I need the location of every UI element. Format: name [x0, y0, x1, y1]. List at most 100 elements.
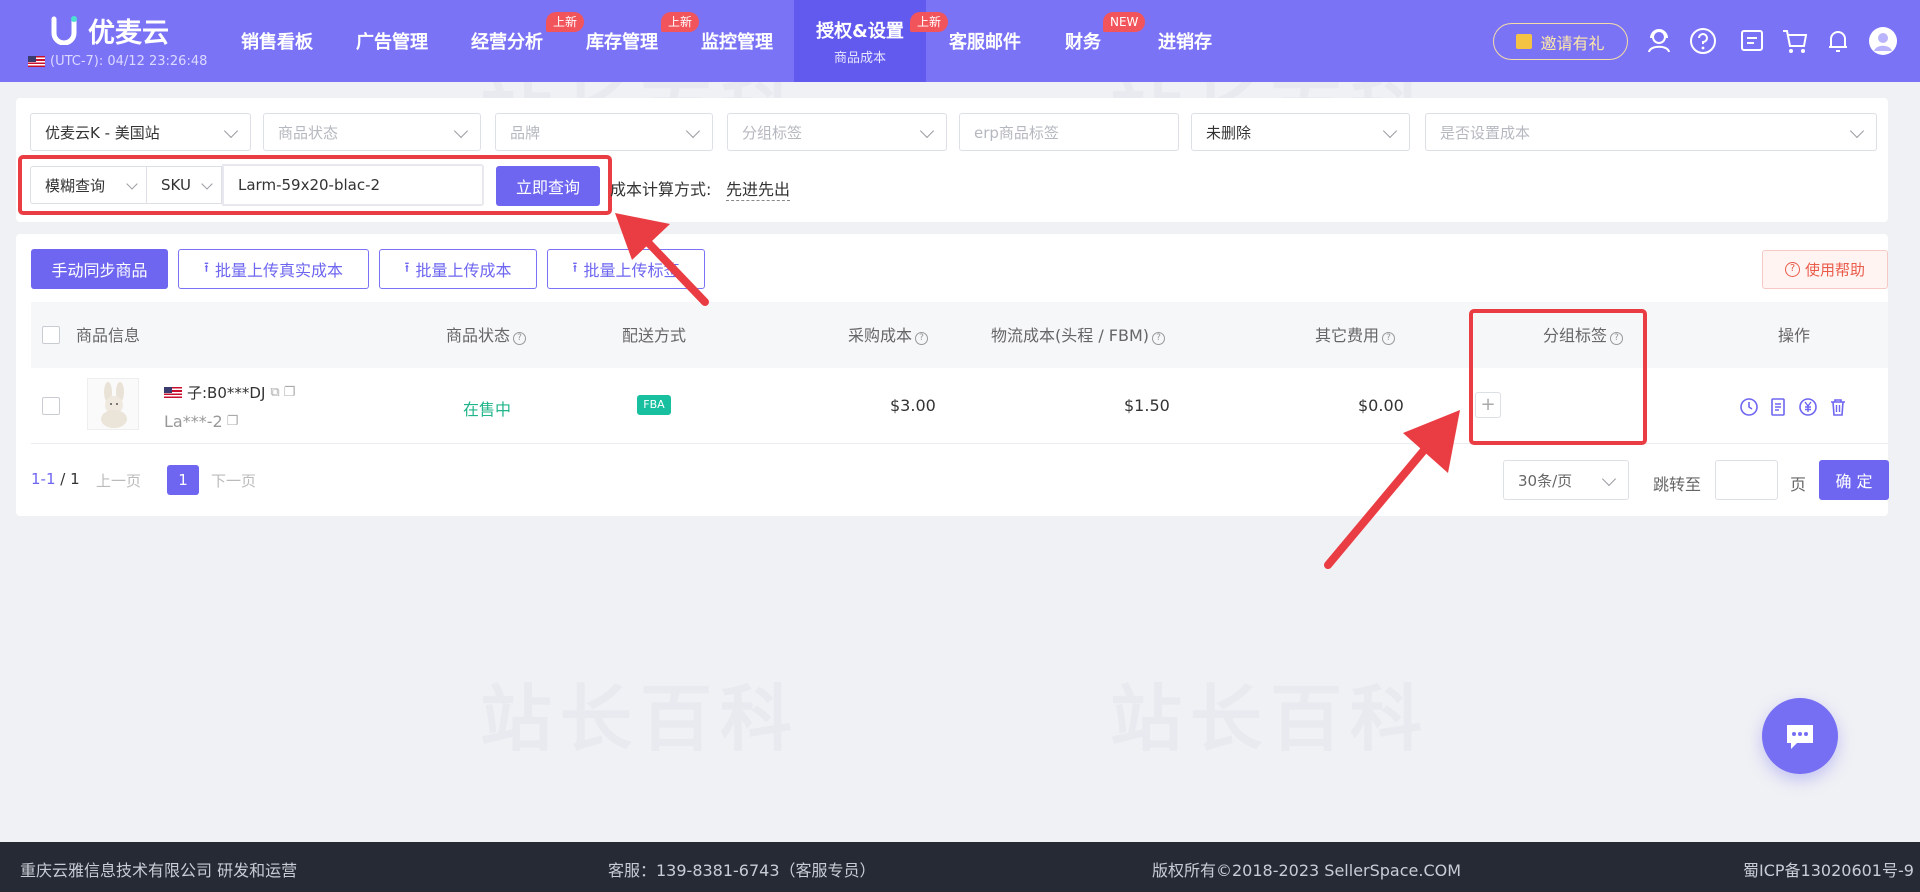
brand-select[interactable]: 品牌	[495, 113, 713, 151]
confirm-jump-button[interactable]: 确 定	[1819, 460, 1889, 500]
footer-icp[interactable]: 蜀ICP备13020601号-9	[1743, 857, 1914, 881]
nav-label: 客服邮件	[949, 32, 1021, 53]
external-link-icon[interactable]: ⧉	[270, 385, 279, 400]
cart-icon[interactable]	[1780, 26, 1810, 56]
nav-auth-settings[interactable]: 授权&设置 商品成本	[794, 0, 926, 82]
help-button[interactable]: ? 使用帮助	[1762, 250, 1888, 289]
nav-sales-board[interactable]: 销售看板	[222, 0, 332, 82]
chat-button[interactable]	[1762, 698, 1838, 774]
nav-monitoring[interactable]: 监控管理	[682, 0, 792, 82]
row-checkbox[interactable]	[42, 397, 60, 415]
nav-label: 进销存	[1158, 32, 1212, 53]
th-purchase-cost: 采购成本?	[848, 322, 929, 346]
jump-page-input[interactable]	[1715, 460, 1778, 500]
store-select[interactable]: 优麦云K - 美国站	[30, 113, 251, 151]
headset-icon[interactable]	[1644, 26, 1674, 56]
placeholder: 分组标签	[742, 123, 803, 142]
brand-logo[interactable]: 优麦云	[50, 12, 169, 49]
nav-ads[interactable]: 广告管理	[337, 0, 447, 82]
chevron-down-icon	[1382, 123, 1398, 139]
chevron-down-icon	[453, 123, 469, 139]
th-label: 商品状态	[446, 326, 511, 345]
th-logistics-cost: 物流成本(头程 / FBM)?	[991, 322, 1166, 346]
th-label: 采购成本	[848, 326, 913, 345]
upload-real-cost-button[interactable]: ⭱ 批量上传真实成本	[178, 249, 369, 289]
user-avatar-icon[interactable]	[1868, 26, 1898, 56]
bunny-plush-image	[101, 382, 127, 428]
placeholder: 是否设置成本	[1440, 123, 1531, 142]
cost-set-select[interactable]: 是否设置成本	[1425, 113, 1877, 151]
us-flag-icon	[164, 386, 182, 399]
page-number-current[interactable]: 1	[167, 465, 199, 495]
nav-customer-mail[interactable]: 客服邮件	[930, 0, 1040, 82]
erp-tag-select[interactable]: erp商品标签	[959, 113, 1179, 151]
fba-badge: FBA	[637, 395, 671, 415]
nav-label: 销售看板	[241, 32, 313, 53]
nav-label: 经营分析	[471, 32, 543, 53]
upload-icon: ⭱	[572, 260, 578, 276]
child-asin: 子:B0***DJ ⧉ ❐	[164, 382, 295, 403]
highlight-box-group-tag	[1469, 309, 1647, 445]
chevron-down-icon	[1849, 123, 1865, 139]
cost-method-link[interactable]: 先进先出	[726, 176, 791, 201]
group-tag-select[interactable]: 分组标签	[727, 113, 947, 151]
th-label: 物流成本(头程 / FBM)	[991, 326, 1150, 345]
logistics-cost-value: $1.50	[1124, 396, 1170, 415]
nav-label: 授权&设置	[816, 20, 904, 42]
sku-text: La***-2 ❐	[164, 412, 238, 431]
invite-label: 邀请有礼	[1540, 33, 1605, 53]
nav-purchase-sales[interactable]: 进销存	[1130, 0, 1240, 82]
message-icon[interactable]	[1737, 26, 1767, 56]
deleted-select[interactable]: 未删除	[1191, 113, 1410, 151]
info-icon[interactable]: ?	[915, 332, 929, 345]
help-circle-icon: ?	[1784, 262, 1800, 277]
pagination-range: 1-1 / 1	[31, 470, 80, 488]
history-icon[interactable]	[1738, 396, 1760, 418]
nav-inventory[interactable]: 库存管理	[567, 0, 677, 82]
next-page-button[interactable]: 下一页	[211, 470, 256, 491]
invite-button[interactable]: 邀请有礼	[1493, 23, 1628, 60]
chevron-down-icon	[685, 123, 701, 139]
product-thumbnail[interactable]	[87, 378, 139, 430]
yuan-icon[interactable]	[1797, 396, 1819, 418]
page-unit-label: 页	[1790, 475, 1807, 494]
info-icon[interactable]: ?	[1382, 332, 1396, 345]
timezone-text: (UTC-7): 04/12 23:26:48	[50, 54, 208, 69]
copy-icon[interactable]: ❐	[227, 414, 239, 429]
us-flag-icon	[28, 56, 45, 67]
page-size-value: 30条/页	[1518, 471, 1573, 490]
placeholder: erp商品标签	[974, 123, 1059, 142]
watermark: 站长百科	[480, 677, 801, 761]
trash-icon[interactable]	[1827, 396, 1849, 418]
gift-icon	[1516, 34, 1533, 49]
nav-analysis[interactable]: 经营分析	[452, 0, 562, 82]
nav-label: 库存管理	[586, 32, 658, 53]
upload-cost-button[interactable]: ⭱ 批量上传成本	[379, 249, 537, 289]
bell-icon[interactable]	[1823, 26, 1853, 56]
prev-page-button[interactable]: 上一页	[96, 470, 141, 491]
th-product-info: 商品信息	[76, 326, 141, 345]
select-all-checkbox[interactable]	[42, 326, 60, 344]
edit-doc-icon[interactable]	[1767, 396, 1789, 418]
watermark: 站长百科	[1110, 677, 1431, 761]
nav-label: 财务	[1065, 32, 1101, 53]
sync-products-button[interactable]: 手动同步商品	[31, 249, 168, 289]
nav-label: 广告管理	[356, 32, 428, 53]
help-icon[interactable]	[1688, 26, 1718, 56]
product-status-select[interactable]: 商品状态	[263, 113, 481, 151]
button-label: 批量上传成本	[415, 261, 512, 280]
page-size-select[interactable]: 30条/页	[1503, 460, 1629, 500]
info-icon[interactable]: ?	[513, 332, 527, 345]
info-icon[interactable]: ?	[1152, 332, 1166, 345]
upload-icon: ⭱	[204, 260, 209, 276]
annotation-arrow-1	[615, 213, 709, 306]
th-status: 商品状态?	[446, 322, 527, 346]
placeholder: 品牌	[510, 123, 541, 142]
copy-icon[interactable]: ❐	[284, 385, 296, 400]
footer: 重庆云雅信息技术有限公司 研发和运营 客服：139-8381-6743（客服专员…	[0, 842, 1920, 892]
footer-copyright: 版权所有©2018-2023 SellerSpace.COM	[1152, 861, 1462, 880]
footer-company: 重庆云雅信息技术有限公司 研发和运营	[20, 861, 298, 880]
button-label: 批量上传真实成本	[214, 261, 343, 280]
range-text: 1-1	[31, 470, 56, 488]
th-other-cost: 其它费用?	[1315, 322, 1396, 346]
